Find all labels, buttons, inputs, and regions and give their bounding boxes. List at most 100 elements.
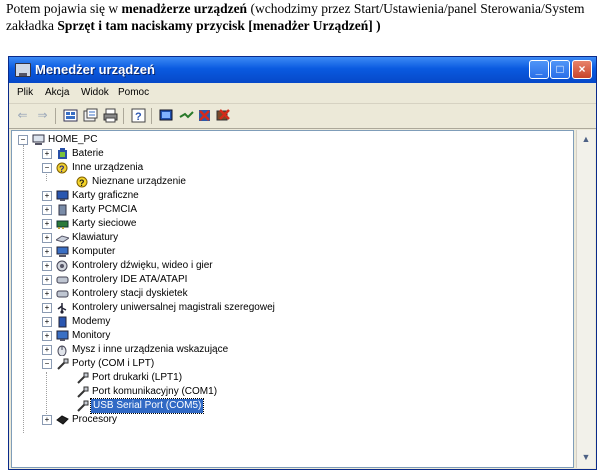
tree-item-label: Port drukarki (LPT1) — [92, 372, 183, 383]
selected-item-label: USB Serial Port (COM5) — [89, 398, 205, 414]
tree-item-network-adapters[interactable]: + Karty sieciowe — [18, 217, 418, 231]
expand-expander[interactable]: + — [42, 317, 52, 327]
port-icon — [76, 372, 89, 384]
mouse-icon — [56, 344, 69, 357]
tree-item-printer-port[interactable]: Port drukarki (LPT1) — [18, 371, 418, 385]
collapse-expander[interactable]: − — [42, 163, 52, 173]
tree-item-label: Karty graficzne — [72, 190, 139, 201]
expand-expander[interactable]: + — [42, 247, 52, 257]
disable-icon[interactable] — [197, 108, 212, 123]
tree-root[interactable]: − HOME_PC — [18, 133, 218, 147]
title-bar[interactable]: Menedżer urządzeń _ □ × — [9, 57, 596, 83]
device-tree[interactable]: − HOME_PC + Baterie − ? Inne urządzenia … — [11, 130, 574, 468]
tree-item-keyboards[interactable]: + Klawiatury — [18, 231, 418, 245]
expand-expander[interactable]: + — [42, 345, 52, 355]
pcmcia-icon — [56, 204, 69, 216]
menu-bar: Plik Akcja Widok Pomoc — [9, 83, 596, 104]
expand-expander[interactable]: + — [42, 219, 52, 229]
menu-action[interactable]: Akcja — [45, 87, 69, 98]
toolbar: ⇐ ⇒ ? — [9, 104, 596, 129]
tree-item-display-adapters[interactable]: + Karty graficzne — [18, 189, 418, 203]
tree-item-label: Kontrolery stacji dyskietek — [72, 288, 188, 299]
tree-item-usb-serial-port[interactable]: USB Serial Port (COM5) — [18, 398, 418, 414]
uninstall-icon[interactable] — [215, 108, 230, 123]
intro-text: Potem pojawia się w menadżerze urządzeń … — [6, 0, 601, 34]
expand-expander[interactable]: + — [42, 331, 52, 341]
tree-item-other-devices[interactable]: − ? Inne urządzenia — [18, 161, 418, 175]
tree-item-mice[interactable]: + Mysz i inne urządzenia wskazujące — [18, 343, 418, 357]
tree-root-label: HOME_PC — [48, 134, 98, 145]
computer-icon — [56, 246, 69, 258]
intro-bold-1: menadżerze urządzeń — [121, 1, 248, 16]
svg-text:?: ? — [79, 178, 85, 188]
tree-item-monitors[interactable]: + Monitory — [18, 329, 418, 343]
tree-item-sound-video-game[interactable]: + Kontrolery dźwięku, wideo i gier — [18, 259, 418, 273]
print-icon[interactable] — [103, 108, 118, 123]
maximize-button[interactable]: □ — [550, 60, 570, 79]
tree-item-label: Nieznane urządzenie — [92, 176, 186, 187]
question-icon: ? — [76, 176, 89, 188]
tree-item-floppy-controllers[interactable]: + Kontrolery stacji dyskietek — [18, 287, 418, 301]
unknown-device-icon: ? — [56, 162, 69, 174]
close-button[interactable]: × — [572, 60, 592, 79]
port-icon — [56, 358, 69, 370]
sound-icon — [56, 260, 69, 272]
expand-expander[interactable]: + — [42, 233, 52, 243]
battery-icon — [56, 148, 69, 160]
menu-view[interactable]: Widok — [81, 87, 109, 98]
expand-expander[interactable]: + — [42, 275, 52, 285]
tree-item-pcmcia[interactable]: + Karty PCMCIA — [18, 203, 418, 217]
tree-item-ports[interactable]: − Porty (COM i LPT) — [18, 357, 418, 371]
tree-item-batteries[interactable]: + Baterie — [18, 147, 418, 161]
vertical-scrollbar[interactable]: ▲ ▼ — [576, 130, 595, 468]
floppy-controller-icon — [56, 288, 69, 300]
forward-icon[interactable]: ⇒ — [35, 108, 50, 123]
tree-item-label: Mysz i inne urządzenia wskazujące — [72, 344, 229, 355]
expand-expander[interactable]: + — [42, 149, 52, 159]
svg-text:?: ? — [135, 111, 142, 123]
menu-help[interactable]: Pomoc — [118, 87, 149, 98]
expand-expander[interactable]: + — [42, 191, 52, 201]
window-title: Menedżer urządzeń — [35, 62, 155, 77]
tree-item-label: Karty sieciowe — [72, 218, 137, 229]
intro-bold-2: Sprzęt i tam naciskamy przycisk [menadże… — [57, 18, 381, 33]
tree-item-processors[interactable]: + Procesory — [18, 413, 418, 427]
tree-item-label: Baterie — [72, 148, 104, 159]
tree-item-label: Monitory — [72, 330, 111, 341]
help-icon[interactable]: ? — [131, 108, 146, 123]
tree-item-unknown-device[interactable]: ? Nieznane urządzenie — [18, 175, 418, 189]
back-icon[interactable]: ⇐ — [15, 108, 30, 123]
ide-controller-icon — [56, 274, 69, 286]
update-driver-icon[interactable] — [179, 108, 194, 123]
svg-text:?: ? — [59, 164, 65, 174]
expand-expander[interactable]: + — [42, 303, 52, 313]
collapse-expander[interactable]: − — [42, 359, 52, 369]
tree-item-label: Kontrolery IDE ATA/ATAPI — [72, 274, 188, 285]
minimize-button[interactable]: _ — [529, 60, 549, 79]
tree-item-label: Kontrolery uniwersalnej magistrali szere… — [72, 302, 275, 313]
toolbar-separator — [123, 108, 124, 124]
device-manager-icon — [15, 63, 31, 77]
expand-expander[interactable]: + — [42, 289, 52, 299]
tree-item-modems[interactable]: + Modemy — [18, 315, 418, 329]
scroll-down-icon[interactable]: ▼ — [579, 450, 593, 464]
expand-expander[interactable]: + — [42, 261, 52, 271]
network-adapter-icon — [56, 218, 69, 230]
scroll-up-icon[interactable]: ▲ — [579, 132, 593, 146]
tree-item-computer[interactable]: + Komputer — [18, 245, 418, 259]
toolbar-separator — [55, 108, 56, 124]
expand-expander[interactable]: + — [42, 205, 52, 215]
properties-view-icon[interactable] — [63, 108, 78, 123]
scan-hardware-icon[interactable] — [159, 108, 174, 123]
details-icon[interactable] — [83, 108, 98, 123]
expand-expander[interactable]: + — [42, 415, 52, 425]
display-adapter-icon — [56, 190, 69, 202]
tree-item-ide-controllers[interactable]: + Kontrolery IDE ATA/ATAPI — [18, 273, 418, 287]
modem-icon — [56, 316, 69, 328]
tree-item-com-port[interactable]: Port komunikacyjny (COM1) — [18, 385, 418, 399]
collapse-expander[interactable]: − — [18, 135, 28, 145]
menu-file[interactable]: Plik — [17, 87, 33, 98]
intro-part-1: Potem pojawia się w — [6, 1, 122, 16]
tree-item-label: Inne urządzenia — [72, 162, 144, 173]
tree-item-usb-controllers[interactable]: + Kontrolery uniwersalnej magistrali sze… — [18, 301, 418, 315]
